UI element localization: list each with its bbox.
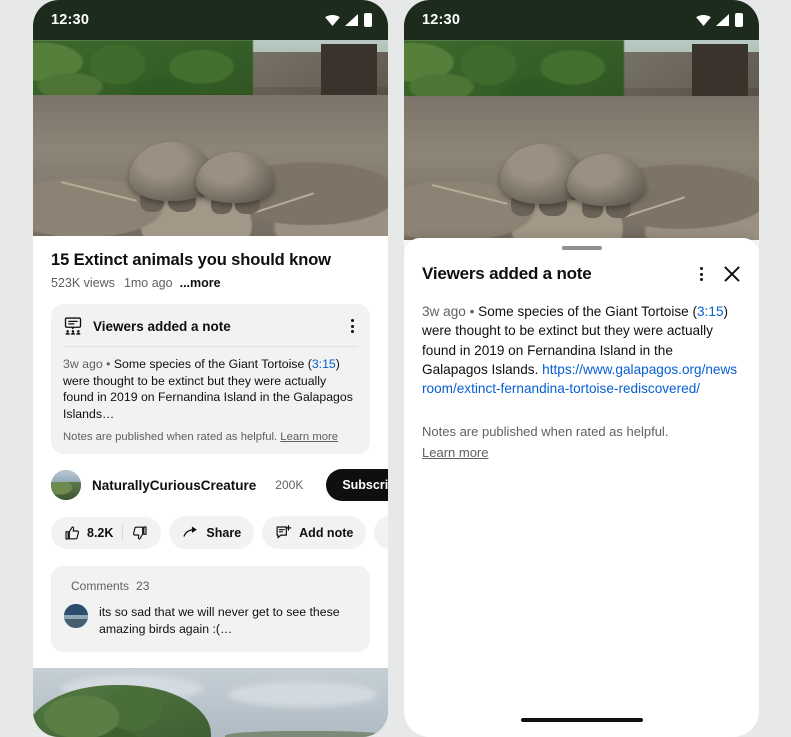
viewers-note-icon: [64, 317, 82, 335]
note-footer-text: Notes are published when rated as helpfu…: [63, 431, 281, 444]
like-count: 8.2K: [87, 525, 114, 540]
video-player[interactable]: [33, 40, 388, 236]
note-bullet: •: [106, 357, 111, 371]
subscribe-button[interactable]: Subscribe: [326, 469, 388, 502]
sheet-learn-more-link[interactable]: Learn more: [422, 443, 741, 463]
video-structure: [691, 44, 749, 96]
wifi-icon: [325, 14, 340, 26]
channel-row[interactable]: NaturallyCuriousCreature 200K Subscribe: [33, 454, 388, 502]
viewers-note-bottom-sheet: Viewers added a note 3w ago • Some speci…: [404, 238, 759, 737]
sheet-note-text-head: Some species of the Giant Tortoise (: [478, 304, 698, 319]
thumbs-down-icon[interactable]: [132, 525, 148, 541]
channel-subscriber-count: 200K: [275, 478, 304, 493]
sheet-menu-button[interactable]: [696, 263, 707, 285]
kebab-dot: [351, 330, 354, 333]
comments-count: 23: [136, 579, 150, 594]
sheet-header-actions: [696, 263, 743, 285]
kebab-dot: [351, 324, 354, 328]
add-note-label: Add note: [299, 525, 354, 540]
sheet-video-timestamp-link[interactable]: 3:15: [697, 304, 723, 319]
video-meta[interactable]: 523K views 1mo ago ...more: [33, 270, 388, 290]
add-note-chip[interactable]: Add note: [262, 516, 367, 550]
comments-heading: Comments 23: [64, 578, 357, 593]
next-video-thumbnail[interactable]: [33, 667, 388, 737]
channel-avatar[interactable]: [51, 470, 81, 501]
save-chip[interactable]: Sa: [374, 516, 388, 550]
channel-name[interactable]: NaturallyCuriousCreature: [92, 478, 256, 493]
signal-icon: [345, 14, 358, 26]
video-title[interactable]: 15 Extinct animals you should know: [33, 236, 388, 270]
sheet-note-bullet: •: [469, 304, 475, 319]
like-dislike-chip[interactable]: 8.2K: [51, 516, 162, 549]
note-card-footer: Notes are published when rated as helpfu…: [63, 431, 358, 443]
kebab-dot: [700, 278, 703, 281]
phone-left: 12:30 15 Extinct animals you should know…: [33, 0, 388, 737]
kebab-dot: [700, 267, 703, 270]
video-details: 15 Extinct animals you should know 523K …: [33, 236, 388, 652]
status-bar: 12:30: [404, 0, 759, 40]
more-link[interactable]: ...more: [180, 276, 221, 290]
upload-age: 1mo ago: [123, 276, 173, 290]
sheet-note-body: 3w ago • Some species of the Giant Torto…: [404, 285, 759, 398]
close-icon[interactable]: [721, 263, 743, 285]
chip-divider: [122, 524, 124, 541]
video-player[interactable]: [404, 40, 759, 240]
comment-text: its so sad that we will never get to see…: [99, 605, 340, 636]
note-card-header: Viewers added a note: [63, 315, 358, 337]
status-bar: 12:30: [33, 0, 388, 40]
sheet-header: Viewers added a note: [404, 250, 759, 285]
sheet-footer: Notes are published when rated as helpfu…: [404, 398, 759, 462]
signal-icon: [716, 14, 729, 26]
avatar-sky: [51, 470, 81, 483]
comment-preview-row[interactable]: its so sad that we will never get to see…: [64, 604, 357, 637]
commenter-avatar: [64, 604, 88, 629]
coast-cloud: [228, 682, 378, 707]
share-chip[interactable]: Share: [169, 516, 255, 550]
avatar-land: [51, 482, 81, 501]
note-video-timestamp-link[interactable]: 3:15: [312, 357, 336, 371]
wifi-icon: [696, 14, 711, 26]
note-card-divider: [63, 346, 358, 347]
note-timestamp: 3w ago: [63, 357, 103, 371]
note-card-title: Viewers added a note: [93, 318, 231, 334]
status-time: 12:30: [51, 12, 90, 28]
note-text-head: Some species of the Giant Tortoise (: [113, 357, 312, 371]
action-chip-row[interactable]: 8.2K Share Add note Sa: [33, 501, 388, 550]
note-learn-more-link[interactable]: Learn more: [280, 431, 338, 443]
battery-icon: [364, 13, 372, 27]
sheet-note-timestamp: 3w ago: [422, 304, 466, 319]
sheet-footer-text: Notes are published when rated as helpfu…: [422, 424, 669, 440]
screenshot-stage: 12:30 15 Extinct animals you should know…: [0, 0, 791, 737]
thumbs-up-icon[interactable]: [64, 525, 80, 541]
comments-section[interactable]: Comments 23 its so sad that we will never…: [51, 566, 370, 652]
note-card-body: 3w ago • Some species of the Giant Torto…: [63, 356, 358, 422]
battery-icon: [735, 13, 743, 27]
comments-label: Comments: [71, 579, 130, 594]
share-icon: [183, 526, 198, 538]
add-note-icon: [276, 525, 292, 539]
home-indicator[interactable]: [520, 718, 643, 722]
status-time: 12:30: [422, 12, 461, 28]
note-card-menu-button[interactable]: [347, 315, 358, 337]
kebab-dot: [351, 319, 354, 322]
coast-island: [224, 731, 388, 737]
sheet-title: Viewers added a note: [422, 264, 592, 283]
status-icons: [325, 13, 372, 27]
status-icons: [696, 13, 743, 27]
avatar-image: [64, 604, 88, 629]
system-navigation-bar: [404, 709, 759, 737]
kebab-dot: [700, 272, 703, 276]
save-icon: [387, 524, 388, 541]
phone-right: 12:30 Viewers added a note 3w ago • Some…: [404, 0, 759, 737]
share-label: Share: [206, 525, 242, 540]
viewers-note-card[interactable]: Viewers added a note 3w ago • Some speci…: [51, 304, 370, 455]
view-count: 523K views: [51, 276, 115, 290]
video-structure: [320, 43, 378, 95]
